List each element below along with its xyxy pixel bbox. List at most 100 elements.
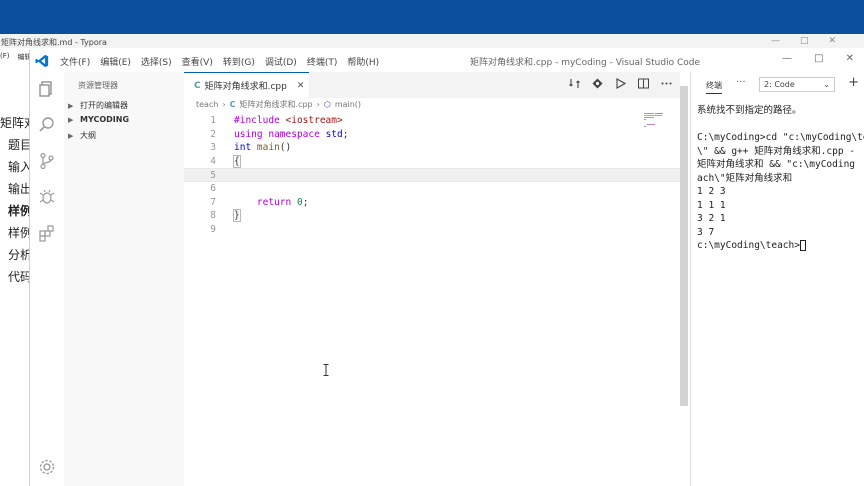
typora-heading[interactable]: 矩阵对 <box>0 114 30 136</box>
code-line-active[interactable]: 5 <box>184 168 680 182</box>
terminal-line: 3 2 1 <box>697 213 726 224</box>
sidebar-item-open-editors[interactable]: ▶ 打开的编辑器 <box>68 100 128 111</box>
sidebar-title: 资源管理器 <box>78 81 118 90</box>
terminal-line: 3 7 <box>697 226 715 238</box>
menu-terminal[interactable]: 终端(T) <box>307 55 338 68</box>
code-text: } <box>233 209 241 223</box>
code-line[interactable]: 6 <box>184 182 680 196</box>
typora-heading[interactable]: 输入 <box>0 158 30 180</box>
code-line[interactable]: 8 } <box>184 209 680 223</box>
line-number: 4 <box>210 155 216 167</box>
window-title: 矩阵对角线求和.cpp - myCoding - Visual Studio C… <box>470 58 700 68</box>
tab-label: 矩阵对角线求和.cpp <box>204 82 287 92</box>
menu-help[interactable]: 帮助(H) <box>347 55 379 68</box>
vscode-window: 文件(F) 编辑(E) 选择(S) 查看(V) 转到(G) 调试(D) 终端(T… <box>29 50 864 486</box>
menu-view[interactable]: 查看(V) <box>182 55 213 68</box>
code-line[interactable]: 7 return 0; <box>184 196 680 210</box>
menu-go[interactable]: 转到(G) <box>223 55 255 68</box>
explorer-sidebar: 资源管理器 ▶ 打开的编辑器 ▶ MYCODING ▶ 大纲 <box>64 72 184 486</box>
line-number: 2 <box>210 128 216 140</box>
code-line[interactable]: 1 #include <iostream> <box>184 114 680 128</box>
activity-bar <box>30 72 64 486</box>
minimap[interactable] <box>644 112 680 132</box>
code-line[interactable]: 2 using namespace std; <box>184 128 680 142</box>
sidebar-item-label: 大纲 <box>80 131 96 140</box>
run-code-icon[interactable] <box>615 78 626 89</box>
typora-menubar: (F) 编辑 <box>0 52 32 62</box>
sidebar-item-mycoding[interactable]: ▶ MYCODING <box>68 115 129 124</box>
terminal-line: ach\"矩阵对角线求和 <box>697 172 793 184</box>
tab-active-file[interactable]: C 矩阵对角线求和.cpp ✕ <box>184 72 309 98</box>
desktop-background <box>0 0 864 34</box>
close-button[interactable]: ✕ <box>846 53 854 64</box>
typora-heading[interactable]: 输出 <box>0 180 30 202</box>
window-controls: — □ ✕ <box>782 53 854 64</box>
typora-menu-file[interactable]: (F) <box>0 52 10 62</box>
sidebar-item-label: MYCODING <box>80 115 130 124</box>
code-line[interactable]: 3 int main() <box>184 141 680 155</box>
breadcrumb-folder[interactable]: teach <box>196 100 218 109</box>
typora-minimize-button[interactable]: — <box>771 36 780 46</box>
menubar: 文件(F) 编辑(E) 选择(S) 查看(V) 转到(G) 调试(D) 终端(T… <box>60 55 379 68</box>
tab-terminal[interactable]: 终端 <box>706 80 722 94</box>
menu-edit[interactable]: 编辑(E) <box>100 55 131 68</box>
terminal-select[interactable]: 2: Code ⌄ <box>759 77 835 92</box>
terminal-prompt: c:\myCoding\teach> <box>697 240 800 251</box>
more-icon[interactable]: ··· <box>736 77 746 88</box>
typora-maximize-button[interactable]: □ <box>800 36 809 46</box>
terminal-select-value: 2: Code <box>764 80 795 89</box>
chevron-right-icon: ▶ <box>68 115 74 124</box>
title-bar: 文件(F) 编辑(E) 选择(S) 查看(V) 转到(G) 调试(D) 终端(T… <box>30 50 864 72</box>
terminal-output[interactable]: 系统找不到指定的路径。 C:\myCoding>cd "c:\myCoding\… <box>697 104 864 253</box>
compare-changes-icon[interactable] <box>569 78 580 89</box>
code-text: #include <iostream> <box>234 115 343 126</box>
sidebar-item-outline[interactable]: ▶ 大纲 <box>68 130 96 141</box>
chevron-down-icon: ⌄ <box>823 80 830 89</box>
source-control-icon[interactable] <box>38 152 56 170</box>
explorer-icon[interactable] <box>38 80 56 98</box>
code-line[interactable]: 9 <box>184 223 680 237</box>
text-cursor-icon <box>323 364 329 376</box>
line-number: 8 <box>210 210 216 222</box>
menu-selection[interactable]: 选择(S) <box>141 55 172 68</box>
debug-icon[interactable] <box>38 188 56 206</box>
tab-close-icon[interactable]: ✕ <box>297 81 305 91</box>
editor-scrollbar[interactable] <box>680 86 688 406</box>
line-number: 1 <box>210 115 216 126</box>
terminal-line: C:\myCoding>cd "c:\myCoding\te <box>697 132 864 143</box>
extensions-icon[interactable] <box>38 224 56 242</box>
terminal-line: \" && g++ 矩阵对角线求和.cpp - <box>697 145 856 157</box>
typora-heading[interactable]: 代码 <box>0 268 30 290</box>
settings-gear-icon[interactable] <box>38 458 56 476</box>
breadcrumb-symbol[interactable]: main() <box>335 100 361 109</box>
line-number: 7 <box>210 196 216 208</box>
terminal-line: 1 1 1 <box>697 199 726 211</box>
vscode-logo-icon <box>35 54 49 68</box>
code-line[interactable]: 4 { <box>184 154 680 169</box>
typora-heading[interactable]: 样例 <box>0 224 30 246</box>
typora-heading[interactable]: 题目 <box>0 136 30 158</box>
cpp-file-icon: C <box>194 80 201 91</box>
breadcrumb-separator-icon: › <box>316 100 320 109</box>
sidebar-item-label: 打开的编辑器 <box>80 101 128 110</box>
maximize-button[interactable]: □ <box>814 53 823 64</box>
search-icon[interactable] <box>38 116 56 134</box>
typora-heading[interactable]: 分析 <box>0 246 30 268</box>
breadcrumb-file[interactable]: 矩阵对角线求和.cpp <box>240 99 313 110</box>
menu-file[interactable]: 文件(F) <box>60 55 90 68</box>
terminal-line: 1 2 3 <box>697 186 726 197</box>
new-terminal-icon[interactable]: + <box>848 75 859 90</box>
breadcrumb: teach › C 矩阵对角线求和.cpp › ⬡ main() <box>196 99 361 110</box>
typora-heading[interactable]: 样例 <box>0 202 30 224</box>
code-editor[interactable]: 1 #include <iostream> 2 using namespace … <box>184 112 680 486</box>
split-editor-icon[interactable] <box>638 78 649 89</box>
typora-close-button[interactable]: ✕ <box>828 36 836 46</box>
menu-debug[interactable]: 调试(D) <box>265 55 297 68</box>
more-actions-icon[interactable] <box>661 78 672 89</box>
code-text: { <box>233 154 241 168</box>
git-diamond-icon[interactable] <box>592 78 603 89</box>
code-text: int main() <box>234 142 292 154</box>
line-number: 6 <box>210 183 216 194</box>
minimize-button[interactable]: — <box>782 53 792 64</box>
